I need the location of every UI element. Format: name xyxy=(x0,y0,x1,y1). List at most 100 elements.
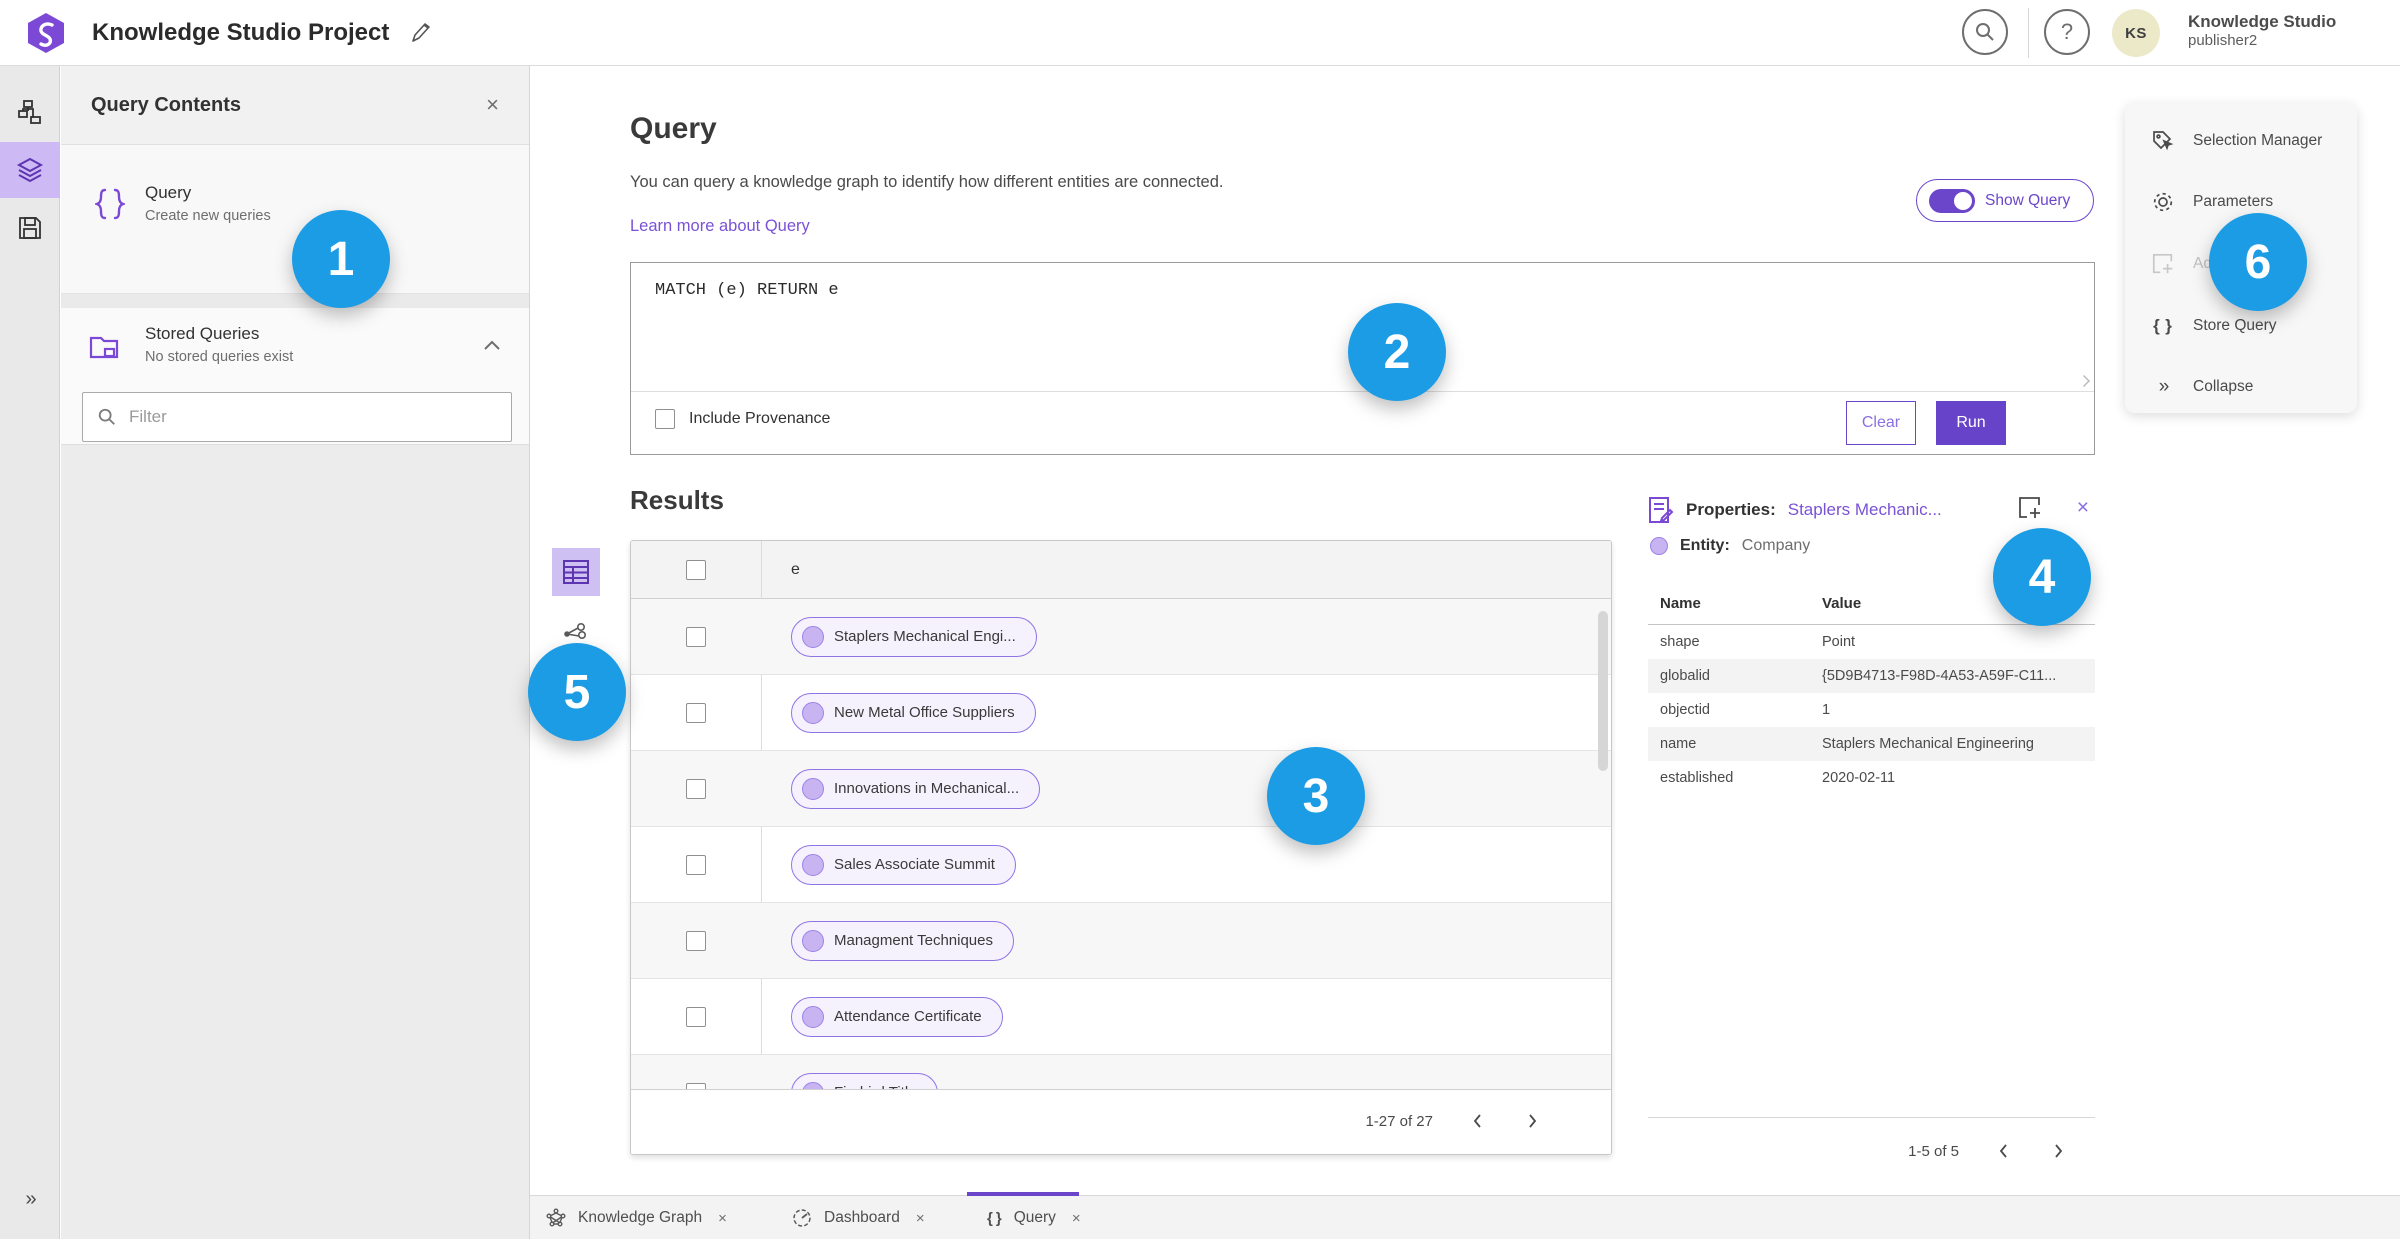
panel-gap xyxy=(61,294,529,308)
edit-title-icon[interactable] xyxy=(408,20,434,46)
show-query-toggle[interactable]: Show Query xyxy=(1916,179,2094,222)
expand-strip-button[interactable]: » xyxy=(0,1188,60,1211)
run-button[interactable]: Run xyxy=(1936,401,2006,445)
search-button[interactable] xyxy=(1962,9,2008,55)
braces-icon xyxy=(95,187,125,221)
results-table-card: e Staplers Mechanical Engi... New Metal … xyxy=(630,540,1612,1155)
app-root: Knowledge Studio Project ? KS Knowledge … xyxy=(0,0,2400,1239)
entity-dot-icon xyxy=(802,701,824,724)
row-checkbox[interactable] xyxy=(686,930,706,951)
tab-dashboard[interactable]: Dashboard × xyxy=(778,1196,939,1239)
property-row[interactable]: objectid 1 xyxy=(1648,693,2095,727)
toggle-switch[interactable] xyxy=(1929,188,1975,213)
include-provenance-checkbox[interactable] xyxy=(655,409,675,429)
stored-queries-section[interactable]: Stored Queries No stored queries exist xyxy=(61,308,529,444)
top-bar: Knowledge Studio Project ? KS Knowledge … xyxy=(0,0,2400,66)
collapse-section-icon[interactable] xyxy=(483,340,501,352)
table-view-button[interactable] xyxy=(552,548,600,596)
app-logo-icon[interactable] xyxy=(24,11,68,55)
row-checkbox[interactable] xyxy=(686,626,706,647)
search-icon xyxy=(1974,21,1996,43)
help-button[interactable]: ? xyxy=(2044,9,2090,55)
entity-type-icon xyxy=(1650,537,1668,555)
properties-entity-link[interactable]: Staplers Mechanic... xyxy=(1788,500,1942,520)
results-rows: Staplers Mechanical Engi... New Metal Of… xyxy=(631,599,1611,1091)
panel-header: Query Contents × xyxy=(61,66,529,145)
entity-pill[interactable]: Innovations in Mechanical... xyxy=(791,768,1041,809)
row-checkbox[interactable] xyxy=(686,702,706,723)
table-row[interactable]: New Metal Office Suppliers xyxy=(631,675,1611,751)
table-row[interactable]: Firebird Title xyxy=(631,1055,1611,1091)
panel-title: Query Contents xyxy=(91,94,242,116)
query-text[interactable]: MATCH (e) RETURN e xyxy=(655,281,839,300)
menu-item-selection-manager[interactable]: Selection Manager xyxy=(2125,117,2357,165)
filter-search-icon xyxy=(97,407,117,427)
next-page-icon[interactable] xyxy=(2049,1142,2067,1160)
results-footer: 1-27 of 27 xyxy=(631,1089,1611,1154)
close-tab-icon[interactable]: × xyxy=(916,1210,925,1227)
include-provenance-label: Include Provenance xyxy=(689,410,831,427)
row-checkbox[interactable] xyxy=(686,1006,706,1027)
next-page-icon[interactable] xyxy=(1523,1112,1541,1130)
property-row[interactable]: name Staplers Mechanical Engineering xyxy=(1648,727,2095,761)
user-app-name: Knowledge Studio xyxy=(2188,12,2337,31)
add-to-selection-icon[interactable] xyxy=(2017,495,2043,521)
entity-pill[interactable]: Attendance Certificate xyxy=(791,996,1003,1037)
side-icon-strip: » xyxy=(0,66,60,1239)
close-tab-icon[interactable]: × xyxy=(718,1210,727,1227)
clear-button[interactable]: Clear xyxy=(1846,401,1916,445)
scrollbar-thumb[interactable] xyxy=(1598,611,1608,771)
user-avatar[interactable]: KS xyxy=(2112,9,2160,57)
select-all-checkbox[interactable] xyxy=(686,559,706,580)
entity-dot-icon xyxy=(802,929,824,952)
learn-more-link[interactable]: Learn more about Query xyxy=(630,217,810,236)
tab-query-active[interactable]: { } Query × xyxy=(973,1196,1095,1239)
filter-input[interactable] xyxy=(129,407,497,427)
dashboard-icon xyxy=(792,1208,812,1228)
toggle-label: Show Query xyxy=(1985,191,2071,209)
knowledge-graph-icon xyxy=(546,1208,566,1228)
sidebar-item-save[interactable] xyxy=(0,200,60,256)
user-info[interactable]: Knowledge Studio publisher2 xyxy=(2188,11,2336,51)
property-row[interactable]: established 2020-02-11 xyxy=(1648,761,2095,795)
property-row[interactable]: globalid {5D9B4713-F98D-4A53-A59F-C11... xyxy=(1648,659,2095,693)
stored-queries-title: Stored Queries xyxy=(145,324,260,343)
sidebar-item-layers-active[interactable] xyxy=(0,142,60,198)
table-row[interactable]: Managment Techniques xyxy=(631,903,1611,979)
include-provenance-row: Include Provenance xyxy=(655,409,830,429)
results-pagination: 1-27 of 27 xyxy=(1365,1112,1541,1130)
prev-page-icon[interactable] xyxy=(1995,1142,2013,1160)
table-row[interactable]: Sales Associate Summit xyxy=(631,827,1611,903)
row-checkbox[interactable] xyxy=(686,854,706,875)
table-row[interactable]: Attendance Certificate xyxy=(631,979,1611,1055)
entity-pill[interactable]: Staplers Mechanical Engi... xyxy=(791,616,1037,657)
table-row[interactable]: Innovations in Mechanical... xyxy=(631,751,1611,827)
prev-page-icon[interactable] xyxy=(1469,1112,1487,1130)
properties-footer: 1-5 of 5 xyxy=(1648,1117,2095,1160)
entity-pill[interactable]: New Metal Office Suppliers xyxy=(791,692,1036,733)
project-title: Knowledge Studio Project xyxy=(92,19,390,46)
stored-folder-icon xyxy=(89,332,123,362)
menu-item-collapse[interactable]: » Collapse xyxy=(2125,363,2357,411)
results-header-row: e xyxy=(631,541,1611,599)
sidebar-item-hierarchy[interactable] xyxy=(0,84,60,140)
annotation-badge-6: 6 xyxy=(2209,213,2307,311)
annotation-badge-3: 3 xyxy=(1267,747,1365,845)
topbar-divider xyxy=(2028,8,2029,58)
close-tab-icon[interactable]: × xyxy=(1072,1210,1081,1227)
entity-pill[interactable]: Managment Techniques xyxy=(791,920,1014,961)
panel-close-icon[interactable]: × xyxy=(486,92,499,118)
results-scrollbar[interactable] xyxy=(1598,605,1608,1091)
main-content: Query You can query a knowledge graph to… xyxy=(530,67,2400,1195)
filter-field[interactable] xyxy=(82,392,512,442)
property-row[interactable]: shape Point xyxy=(1648,625,2095,659)
properties-close-icon[interactable]: × xyxy=(2077,496,2089,520)
results-column-header: e xyxy=(791,561,800,578)
row-checkbox[interactable] xyxy=(686,778,706,799)
table-row[interactable]: Staplers Mechanical Engi... xyxy=(631,599,1611,675)
entity-pill[interactable]: Sales Associate Summit xyxy=(791,844,1016,885)
tab-knowledge-graph[interactable]: Knowledge Graph × xyxy=(532,1196,741,1239)
resize-handle[interactable] xyxy=(2078,375,2090,387)
properties-header: Properties: Staplers Mechanic... × xyxy=(1648,495,2095,525)
menu-item-store-query[interactable]: { } Store Query xyxy=(2125,302,2357,350)
